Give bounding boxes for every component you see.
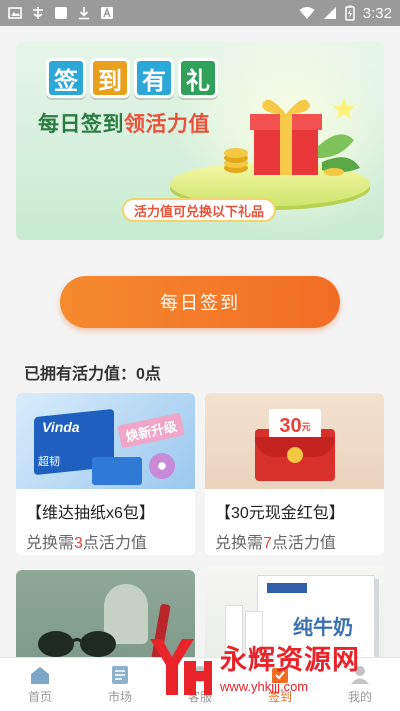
coupon-value: 30 (279, 414, 302, 437)
banner-ribbon: 活力值可兑换以下礼品 (122, 198, 277, 222)
app-icon (33, 7, 43, 19)
cost-number: 3 (74, 535, 83, 552)
tab-home[interactable]: 首页 (0, 658, 80, 711)
product-name: 【30元现金红包】 (215, 505, 345, 522)
tab-label: 市场 (107, 689, 132, 704)
product-card[interactable]: Vinda 超韧 焕新升级 【维达抽纸x6包】 兑换需3点活力值 (16, 393, 195, 555)
banner-title-char: 礼 (178, 58, 218, 98)
product-image: Vinda 超韧 焕新升级 (16, 393, 195, 489)
battery-icon (345, 5, 355, 21)
watermark-url: www.yhkjjj.com (220, 679, 309, 694)
daily-checkin-button[interactable]: 每日签到 (60, 276, 340, 328)
cost-prefix: 兑换需 (215, 535, 264, 552)
cost-prefix: 兑换需 (26, 535, 75, 552)
cost-suffix: 点活力值 (271, 535, 336, 552)
home-icon (31, 666, 49, 684)
banner-title-char: 签 (46, 58, 86, 98)
watermark-title: 永辉资源网 (220, 645, 360, 675)
square-icon (55, 7, 67, 19)
banner-title: 签 到 有 礼 (46, 58, 218, 98)
checkin-banner: 签 到 有 礼 每日签到领活力值 活力值可兑换以下礼品 (16, 42, 384, 240)
download-icon (79, 7, 89, 20)
product-cost: 兑换需3点活力值 (16, 523, 195, 553)
brand-logo: Vinda (42, 419, 80, 435)
wifi-icon (299, 7, 315, 19)
coupon-unit: 元 (301, 421, 311, 432)
clock: 3:32 (362, 4, 392, 22)
image-icon (8, 7, 22, 19)
product-line: 超韧 (38, 456, 60, 468)
tab-label: 首页 (27, 689, 52, 704)
cost-suffix: 点活力值 (82, 535, 147, 552)
banner-subtitle: 每日签到领活力值 (38, 108, 210, 138)
banner-title-char: 到 (90, 58, 130, 98)
product-image: 30 元 (205, 393, 384, 489)
product-cost: 兑换需7点活力值 (205, 523, 384, 553)
gift-box-illustration (224, 98, 360, 176)
font-icon (101, 7, 113, 19)
signal-icon (323, 7, 336, 19)
promo-tag: 焕新升级 (117, 412, 185, 449)
watermark-logo (150, 639, 212, 695)
sunglasses-image (38, 631, 116, 657)
cost-number: 7 (263, 535, 272, 552)
watermark: 永辉资源网 www.yhkjjj.com (146, 624, 386, 708)
banner-title-char: 有 (134, 58, 174, 98)
product-card[interactable]: 30 元 【30元现金红包】 兑换需7点活力值 (205, 393, 384, 555)
product-name: 【维达抽纸x6包】 (26, 505, 155, 522)
points-balance: 已拥有活力值：0点 (24, 366, 161, 383)
subtitle-highlight: 领活力值 (124, 113, 210, 136)
status-bar: 3:32 (0, 0, 400, 26)
market-icon (112, 665, 128, 684)
subtitle-prefix: 每日签到 (38, 113, 124, 136)
